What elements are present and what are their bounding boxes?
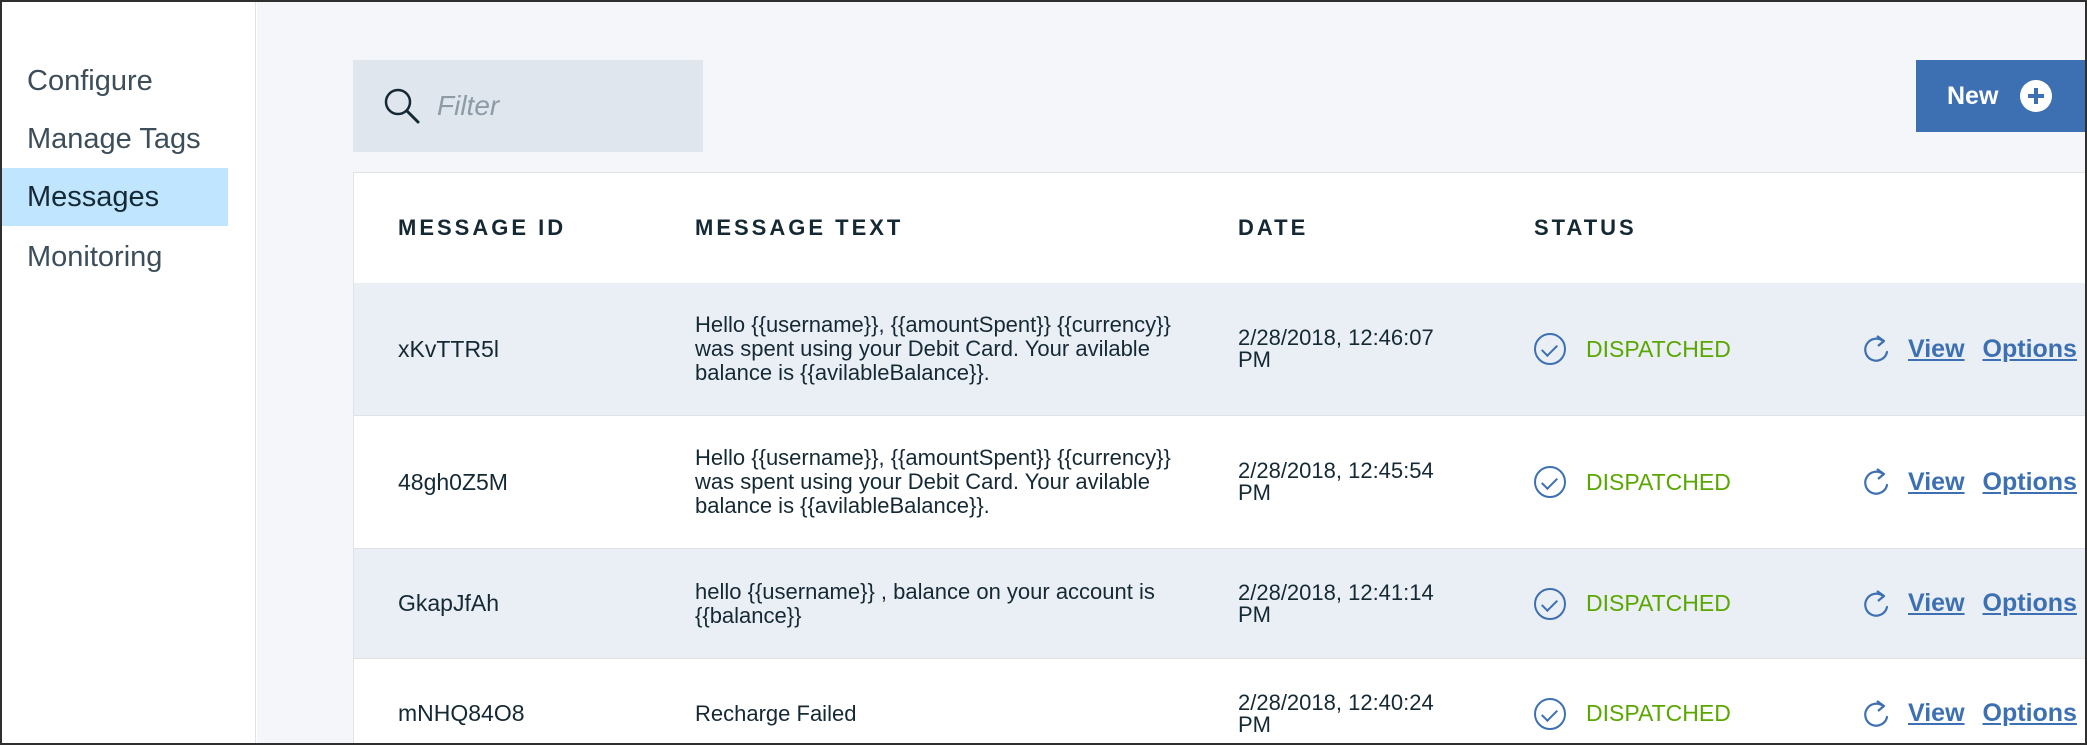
table-row[interactable]: mNHQ84O8 Recharge Failed 2/28/2018, 12:4… (354, 659, 2085, 743)
filter-box[interactable] (353, 60, 703, 152)
options-link[interactable]: Options (1983, 699, 2077, 728)
status-label: DISPATCHED (1586, 590, 1731, 616)
new-message-button[interactable]: New (1916, 60, 2085, 132)
row-actions: View Options (1860, 283, 2085, 415)
message-date: 2/28/2018, 12:40:24 PM (1238, 689, 1434, 737)
column-header-message-text[interactable]: MESSAGE TEXT (695, 173, 903, 283)
status-label: DISPATCHED (1586, 335, 1731, 362)
message-id: mNHQ84O8 (398, 700, 525, 726)
column-header-message-id[interactable]: MESSAGE ID (398, 173, 566, 283)
refresh-icon[interactable] (1860, 588, 1892, 620)
view-link[interactable]: View (1908, 335, 1965, 364)
status-label: DISPATCHED (1586, 700, 1731, 726)
sidebar-item-configure[interactable]: Configure (2, 52, 228, 110)
message-id: 48gh0Z5M (398, 468, 508, 495)
new-button-label: New (1947, 81, 1999, 110)
table-header: MESSAGE ID MESSAGE TEXT DATE STATUS (354, 173, 2085, 283)
row-actions: View Options (1860, 659, 2085, 743)
message-date: 2/28/2018, 12:41:14 PM (1238, 579, 1434, 627)
options-link[interactable]: Options (1983, 335, 2077, 364)
status-badge: DISPATCHED (1534, 416, 1731, 548)
status-label: DISPATCHED (1586, 468, 1731, 495)
message-text: Recharge Failed (695, 700, 857, 726)
view-link[interactable]: View (1908, 699, 1965, 728)
sidebar-item-manage-tags[interactable]: Manage Tags (2, 110, 228, 168)
message-id: GkapJfAh (398, 590, 499, 616)
message-text: Hello {{username}}, {{amountSpent}} {{cu… (695, 445, 1171, 518)
table-row[interactable]: 48gh0Z5M Hello {{username}}, {{amountSpe… (354, 416, 2085, 549)
options-link[interactable]: Options (1983, 589, 2077, 618)
refresh-icon[interactable] (1860, 698, 1892, 730)
message-date: 2/28/2018, 12:45:54 PM (1238, 458, 1434, 505)
search-icon (384, 88, 420, 124)
message-date: 2/28/2018, 12:46:07 PM (1238, 325, 1434, 372)
options-link[interactable]: Options (1983, 468, 2077, 497)
sidebar-item-messages[interactable]: Messages (2, 168, 228, 226)
sidebar: Configure Manage Tags Messages Monitorin… (2, 2, 256, 743)
message-id: xKvTTR5l (398, 335, 499, 362)
status-badge: DISPATCHED (1534, 283, 1731, 415)
check-circle-icon (1534, 333, 1566, 365)
filter-input[interactable] (437, 90, 687, 122)
check-circle-icon (1534, 587, 1566, 620)
table-row[interactable]: xKvTTR5l Hello {{username}}, {{amountSpe… (354, 283, 2085, 416)
status-badge: DISPATCHED (1534, 549, 1731, 658)
table-row[interactable]: GkapJfAh hello {{username}} , balance on… (354, 549, 2085, 659)
check-circle-icon (1534, 466, 1566, 498)
messages-table: MESSAGE ID MESSAGE TEXT DATE STATUS xKvT… (353, 172, 2085, 743)
row-actions: View Options (1860, 416, 2085, 548)
view-link[interactable]: View (1908, 468, 1965, 497)
check-circle-icon (1534, 697, 1566, 730)
column-header-status[interactable]: STATUS (1534, 173, 1637, 283)
status-badge: DISPATCHED (1534, 659, 1731, 743)
refresh-icon[interactable] (1860, 466, 1892, 498)
row-actions: View Options (1860, 549, 2085, 658)
sidebar-item-monitoring[interactable]: Monitoring (2, 228, 228, 286)
column-header-date[interactable]: DATE (1238, 173, 1308, 283)
message-text: Hello {{username}}, {{amountSpent}} {{cu… (695, 312, 1171, 385)
refresh-icon[interactable] (1860, 333, 1892, 365)
main-content: New MESSAGE ID MESSAGE TEXT DATE STATUS … (257, 2, 2085, 743)
message-text: hello {{username}} , balance on your acc… (695, 578, 1155, 628)
plus-circle-icon (2020, 80, 2053, 112)
view-link[interactable]: View (1908, 589, 1965, 618)
